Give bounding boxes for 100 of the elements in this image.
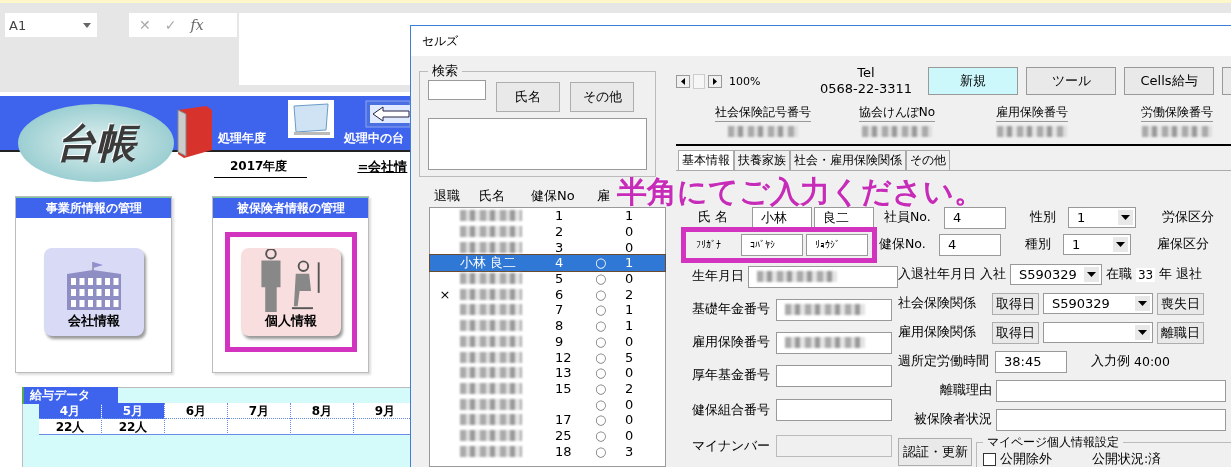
list-row[interactable]: 12 ○ 5 [430,349,665,365]
input-field[interactable] [776,364,892,387]
insurance-number: 25 [555,427,572,443]
list-row[interactable]: 18 ○ 3 [430,443,665,459]
gender-select[interactable]: 1 [1068,207,1136,228]
acquired-date-button[interactable]: 取得日 [992,292,1039,315]
field-label: 退社 [1176,266,1203,283]
list-row[interactable]: 13 ○ 0 [430,364,665,381]
tab[interactable]: 基本情報 [678,150,734,170]
dependents-count: 1 [625,302,634,318]
blurred-name [460,335,522,347]
type-select[interactable]: 1 [1063,234,1131,255]
field-label: 健保No. [879,236,927,253]
given-kana-field[interactable]: ﾘｮｳｼﾞ [806,233,868,256]
hire-date-select[interactable]: S590329 [1010,264,1102,285]
employee-number-field[interactable]: 4 [944,206,1006,229]
employee-name: 小林 良二 [460,256,517,270]
field-label: 労保区分 [1162,209,1214,226]
list-row[interactable]: 3 0 [430,239,665,256]
input-field[interactable] [776,331,892,354]
list-row[interactable]: 5 ○ 0 [430,270,665,287]
dropdown-icon [1135,325,1150,340]
list-row[interactable]: 1 1 [430,208,665,224]
scroll-left-icon[interactable] [676,74,690,88]
end-date-button[interactable]: 離職日 [1157,321,1204,344]
list-row[interactable]: × 6 ○ 2 [430,286,665,303]
exclude-checkbox[interactable]: 公開除外 [983,451,1052,467]
field-label: 入力例 [1091,353,1130,370]
field-label: 社会保険関係 [898,295,977,312]
end-date-button[interactable]: 喪失日 [1157,292,1204,315]
date-select[interactable] [1043,322,1153,343]
insurance-number: 5 [555,271,564,287]
name-box[interactable]: A1 [5,13,97,37]
blurred-value [862,126,932,137]
weekly-hours-field[interactable]: 38:45 [995,350,1067,373]
list-row[interactable]: 7 ○ 1 [430,302,665,318]
insurance-number: 17 [555,412,572,428]
info-label: 協会けんぽNo [858,104,936,122]
health-insurance-number-field[interactable]: 4 [939,233,1001,256]
list-row[interactable]: 2 0 [430,223,665,240]
insert-function-button[interactable]: fx [190,17,204,33]
family-name-field[interactable]: 小林 [752,206,812,229]
input-field[interactable] [996,379,1226,402]
field-label: 厚年基金番号 [692,367,771,384]
window-title: セルズ [422,32,458,50]
scroll-thumb[interactable] [693,73,705,89]
field-label: 種別 [1025,236,1052,253]
list-row[interactable]: 25 ○ 0 [430,427,665,444]
field-label: マイナンバー [692,437,771,455]
dependents-count: 0 [625,427,634,443]
input-field[interactable] [996,408,1226,431]
toolbar-button[interactable]: 新規 [928,67,1018,95]
list-row[interactable]: 17 ○ 0 [430,411,665,428]
blurred-name [460,210,522,222]
input-field[interactable] [748,265,898,288]
insurance-number: 2 [555,224,564,240]
dropdown-icon [1084,267,1099,282]
blurred-value [728,126,798,137]
tab[interactable]: その他 [906,150,950,170]
list-row[interactable]: ○ 0 [430,396,665,412]
caret-icon [83,22,91,28]
date-select[interactable]: S590329 [1043,293,1153,314]
given-name-field[interactable]: 良二 [814,206,874,229]
dropdown-icon [1118,210,1133,225]
list-row[interactable]: 15 ○ 2 [430,380,665,397]
family-kana-field[interactable]: ｺﾊﾞﾔｼ [741,233,803,256]
list-row[interactable]: 小林 良二 4 ○ 1 [430,255,665,271]
scroll-right-icon[interactable] [708,74,722,88]
toolbar-button[interactable]: Cells給与 [1124,67,1214,95]
search-button[interactable]: 氏名 [496,82,560,112]
tab[interactable]: 扶養家族 [734,150,790,170]
blurred-name [460,226,522,238]
search-field[interactable] [428,80,486,100]
group-legend: マイページ個人情報設定 [983,434,1123,451]
logo: 台帳 [18,104,174,182]
dependents-count: 0 [625,333,634,349]
example-value: 40:00 [1134,354,1171,369]
info-label: 社会保険記号番号 [715,104,811,122]
acquired-date-button[interactable]: 取得日 [992,321,1039,344]
field-label: 雇用保険関係 [898,324,977,341]
input-field[interactable] [776,298,892,321]
employment-mark: ○ [595,443,607,459]
salary-data-tab[interactable]: 給与データ [22,387,118,404]
employment-mark: ○ [595,271,607,287]
tab[interactable]: 社会・雇用保険関係 [790,150,906,170]
menu-tile-button[interactable]: 会社情報 [43,248,144,336]
auth-update-button[interactable]: 認証・更新 [898,438,972,466]
blurred-name [460,429,522,441]
toolbar-button[interactable]: ツール [1026,67,1116,95]
search-button[interactable]: その他 [570,82,634,112]
list-row[interactable]: 9 ○ 0 [430,333,665,350]
zoom-reading: 100% [729,74,761,88]
employment-mark: ○ [595,427,607,443]
input-field[interactable] [776,399,892,421]
menu-tile-button[interactable]: 個人情報 [240,248,341,336]
field-label: 雇用保険番号 [692,334,771,351]
result-box[interactable] [428,118,647,170]
month-cell: 22人 [39,419,101,435]
blurred-name [460,382,522,394]
list-row[interactable]: 8 ○ 1 [430,317,665,334]
